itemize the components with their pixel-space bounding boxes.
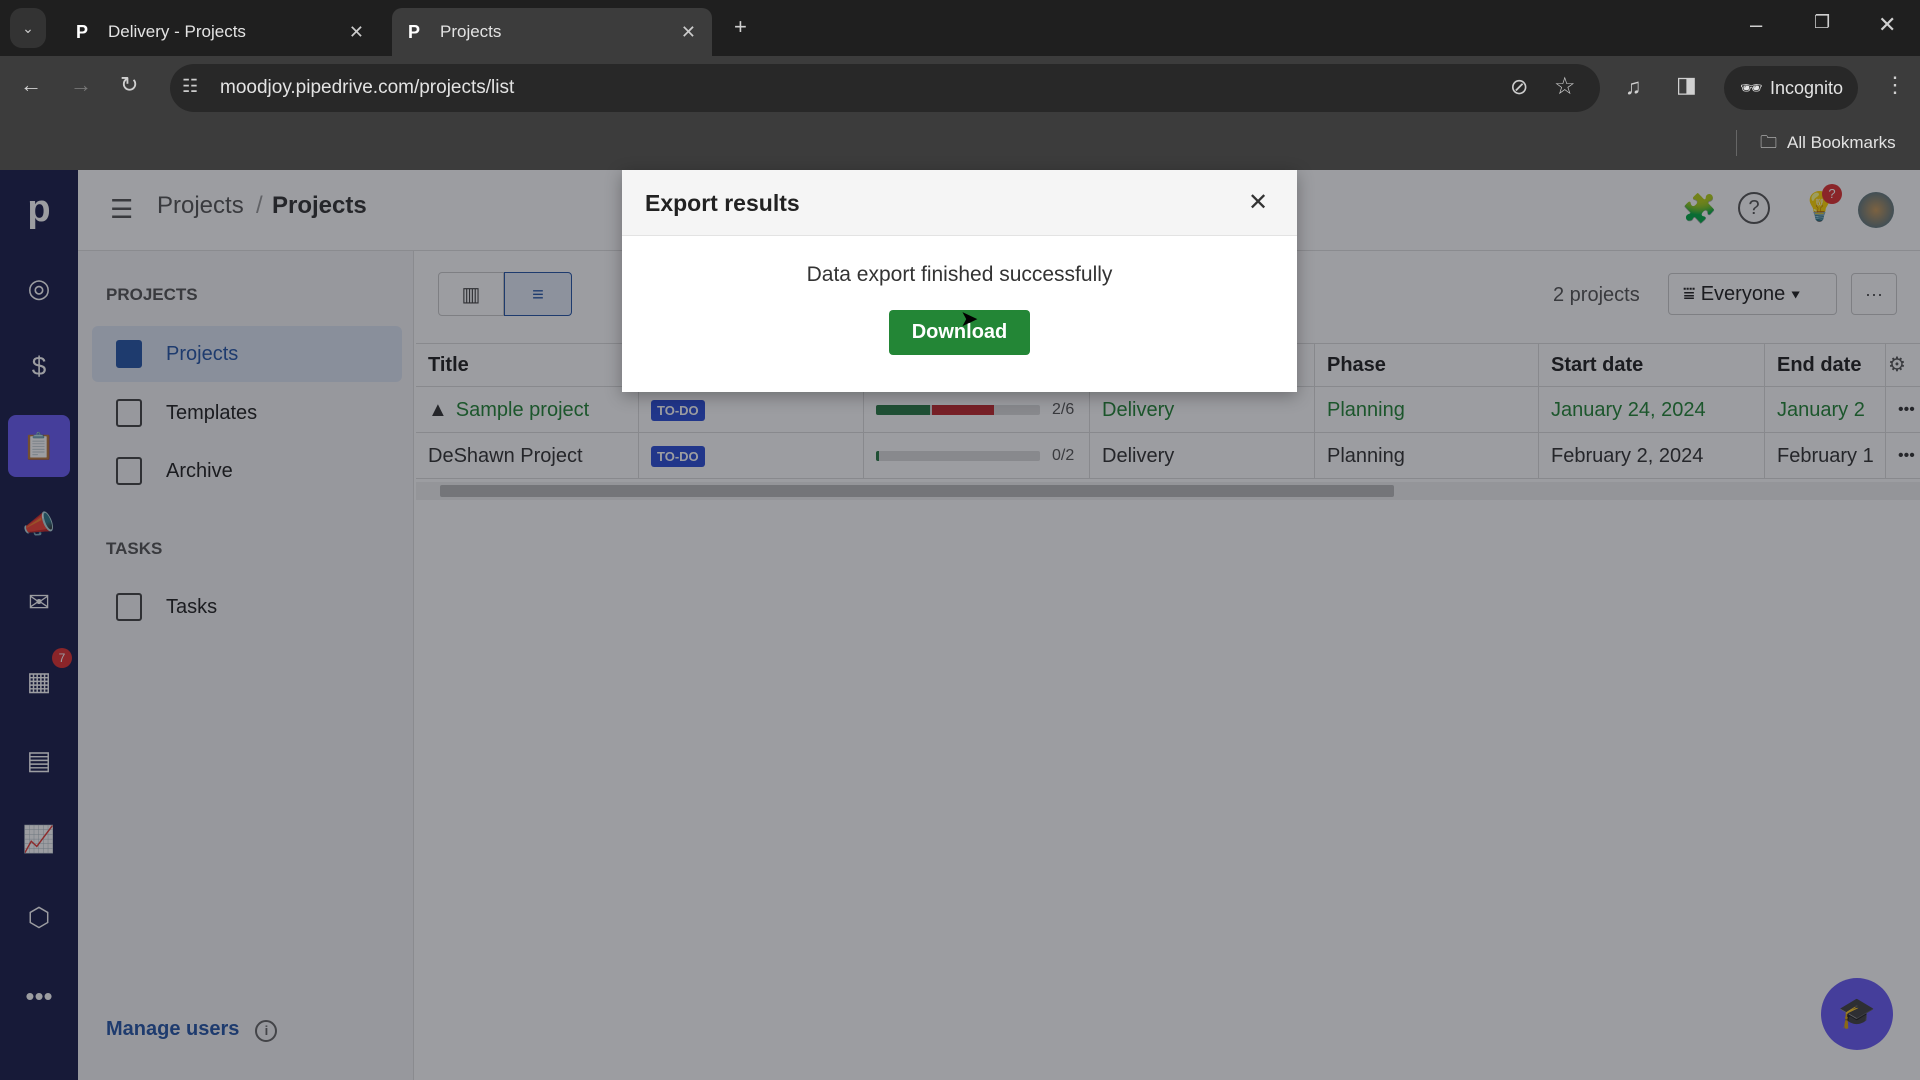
close-icon[interactable]: ✕ (1248, 188, 1268, 217)
close-tab-icon[interactable]: ✕ (349, 22, 364, 43)
new-tab-icon[interactable]: + (734, 14, 747, 40)
bookmarks-bar: 🗀 All Bookmarks (0, 120, 1920, 170)
incognito-icon: 🕶 (1740, 78, 1763, 98)
mouse-cursor: ➤ (960, 306, 979, 331)
minimize-icon[interactable]: – (1750, 12, 1762, 38)
address-bar[interactable]: ☷ moodjoy.pipedrive.com/projects/list ⊘ … (170, 64, 1600, 112)
tab-projects[interactable]: P Projects ✕ (392, 8, 712, 56)
incognito-label: Incognito (1770, 78, 1844, 98)
back-icon[interactable]: ← (20, 72, 42, 98)
divider (1736, 130, 1737, 156)
dialog-title: Export results (645, 190, 800, 216)
bookmark-star-icon[interactable]: ☆ (1554, 72, 1576, 101)
chrome-menu-icon[interactable]: ⋮ (1884, 72, 1906, 98)
site-info-icon[interactable]: ☷ (182, 76, 198, 97)
folder-icon: 🗀 (1760, 133, 1777, 152)
tab-title: Delivery - Projects (108, 22, 246, 41)
tab-delivery-projects[interactable]: P Delivery - Projects ✕ (60, 8, 380, 56)
side-panel-icon[interactable]: ◨ (1676, 72, 1697, 98)
forward-icon[interactable]: → (70, 72, 92, 98)
all-bookmarks[interactable]: 🗀 All Bookmarks (1760, 130, 1896, 159)
close-tab-icon[interactable]: ✕ (681, 22, 696, 43)
url-text[interactable]: moodjoy.pipedrive.com/projects/list (220, 77, 514, 99)
all-bookmarks-label: All Bookmarks (1787, 133, 1896, 152)
browser-tab-bar: ⌄ P Delivery - Projects ✕ P Projects ✕ + – ❐… (0, 0, 1920, 56)
tab-title: Projects (440, 22, 502, 41)
export-message: Data export finished successfully (806, 263, 1113, 286)
media-icon[interactable]: ♫ (1625, 74, 1642, 100)
pipedrive-favicon: P (76, 22, 89, 42)
eye-off-icon[interactable]: ⊘ (1510, 74, 1528, 100)
export-results-dialog: Export results ✕ Data export finished su… (622, 170, 1297, 392)
dialog-header: Export results ✕ (622, 170, 1297, 236)
pipedrive-favicon: P (408, 22, 421, 42)
incognito-badge[interactable]: 🕶 Incognito (1724, 66, 1858, 110)
reload-icon[interactable]: ↻ (120, 72, 138, 98)
restore-icon[interactable]: ❐ (1814, 12, 1830, 33)
tab-search-button[interactable]: ⌄ (10, 8, 46, 48)
close-window-icon[interactable]: ✕ (1878, 12, 1896, 38)
